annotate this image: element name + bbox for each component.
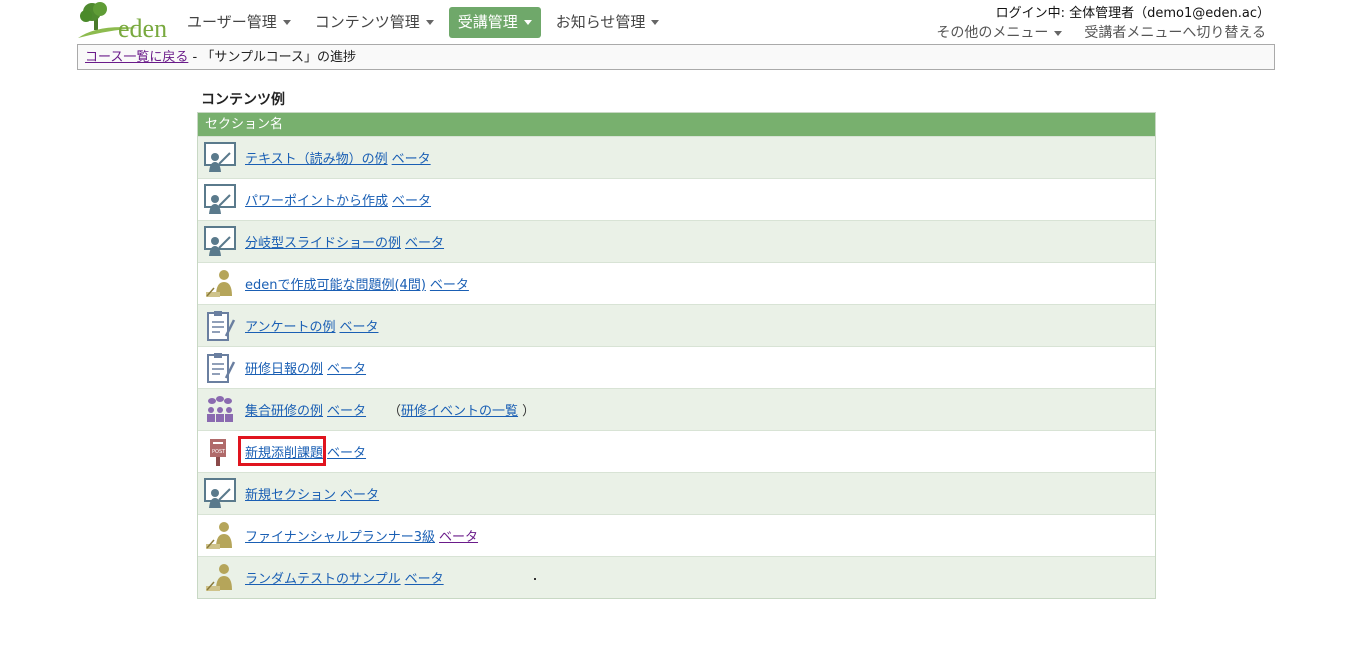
section-link[interactable]: 集合研修の例 xyxy=(245,404,323,419)
breadcrumb-separator: - xyxy=(188,50,202,65)
section-link[interactable]: edenで作成可能な問題例(4問) xyxy=(245,278,426,293)
caret-down-icon xyxy=(425,20,434,25)
back-to-course-list-link[interactable]: コース一覧に戻る xyxy=(85,50,188,65)
nav-label: ユーザー管理 xyxy=(187,13,277,31)
section-row: パワーポイントから作成 ベータ xyxy=(198,178,1155,220)
section-row: テキスト（読み物）の例 ベータ xyxy=(198,136,1155,178)
section-name-header: セクション名 xyxy=(198,113,1155,136)
nav-course-management[interactable]: 受講管理 xyxy=(448,7,541,38)
section-row: POST 新規添削課題 ベータ xyxy=(198,430,1155,472)
beta-link[interactable]: ベータ xyxy=(392,194,431,209)
test-taker-icon xyxy=(204,268,236,300)
beta-link[interactable]: ベータ xyxy=(339,320,378,335)
content-title: コンテンツ例 xyxy=(201,92,285,108)
nav-label: 受講管理 xyxy=(457,13,518,31)
svg-text:POST: POST xyxy=(212,449,226,455)
section-row-text: 新規添削課題 ベータ xyxy=(245,442,370,461)
section-table: セクション名 テキスト（読み物）の例 ベータ パワーポイントから作成 ベータ 分岐型スラ… xyxy=(197,112,1156,599)
section-row: アンケートの例 ベータ xyxy=(198,304,1155,346)
section-link[interactable]: パワーポイントから作成 xyxy=(245,194,388,209)
section-row-text: ランダムテストのサンプル ベータ xyxy=(245,568,448,587)
section-row-text: 研修日報の例 ベータ xyxy=(245,358,370,377)
beta-link[interactable]: ベータ xyxy=(327,446,366,461)
section-row: ランダムテストのサンプル ベータ xyxy=(198,556,1155,598)
section-link[interactable]: 新規添削課題 xyxy=(245,446,323,461)
presentation-icon xyxy=(204,225,236,258)
nav-user-management[interactable]: ユーザー管理 xyxy=(178,7,300,38)
section-row-text: 分岐型スライドショーの例 ベータ xyxy=(245,232,448,251)
main-nav: ユーザー管理 コンテンツ管理 受講管理 お知らせ管理 xyxy=(178,7,668,38)
section-row-text: ファイナンシャルプランナー3級 ベータ xyxy=(245,526,482,545)
section-row: 研修日報の例 ベータ xyxy=(198,346,1155,388)
switch-to-learner-menu[interactable]: 受講者メニューへ切り替える xyxy=(1084,22,1266,42)
group-training-icon xyxy=(204,394,236,426)
section-row-text: テキスト（読み物）の例 ベータ xyxy=(245,148,435,167)
top-right-menu: その他のメニュー 受講者メニューへ切り替える xyxy=(936,22,1266,42)
section-link[interactable]: ランダムテストのサンプル xyxy=(245,572,401,587)
beta-link[interactable]: ベータ xyxy=(439,530,478,545)
caret-down-icon xyxy=(1054,30,1063,36)
section-link[interactable]: 研修日報の例 xyxy=(245,362,323,377)
post-box-icon: POST xyxy=(204,436,236,468)
nav-notice-management[interactable]: お知らせ管理 xyxy=(547,7,669,38)
section-row-text: パワーポイントから作成 ベータ xyxy=(245,190,435,209)
section-row: 新規セクション ベータ xyxy=(198,472,1155,514)
caret-down-icon xyxy=(523,20,532,25)
event-list-wrapper: （研修イベントの一覧 ） xyxy=(388,404,535,419)
caret-down-icon xyxy=(651,20,660,25)
paren-open: （ xyxy=(388,404,402,419)
nav-label: コンテンツ管理 xyxy=(314,13,420,31)
beta-link[interactable]: ベータ xyxy=(327,362,366,377)
presentation-icon xyxy=(204,141,236,174)
breadcrumb-current: 「サンプルコース」の進捗 xyxy=(201,50,357,65)
beta-link[interactable]: ベータ xyxy=(430,278,469,293)
section-link[interactable]: 新規セクション xyxy=(245,488,336,503)
section-row-text: 新規セクション ベータ xyxy=(245,484,383,503)
other-menu-dropdown[interactable]: その他のメニュー xyxy=(936,22,1063,42)
paren-close: ） xyxy=(522,404,536,419)
section-row-text: 集合研修の例 ベータ （研修イベントの一覧 ） xyxy=(245,400,535,419)
login-status: ログイン中: 全体管理者（demo1@eden.ac） xyxy=(995,6,1270,21)
beta-link[interactable]: ベータ xyxy=(405,236,444,251)
beta-link[interactable]: ベータ xyxy=(340,488,379,503)
nav-content-management[interactable]: コンテンツ管理 xyxy=(306,7,443,38)
section-row: 分岐型スライドショーの例 ベータ xyxy=(198,220,1155,262)
beta-link[interactable]: ベータ xyxy=(392,152,431,167)
event-list-link[interactable]: 研修イベントの一覧 xyxy=(401,404,518,419)
beta-link[interactable]: ベータ xyxy=(327,404,366,419)
test-taker-icon xyxy=(204,520,236,552)
nav-label: お知らせ管理 xyxy=(555,13,646,31)
section-row-text: アンケートの例 ベータ xyxy=(245,316,383,335)
logo-text: eden xyxy=(118,14,168,43)
caret-down-icon xyxy=(282,20,291,25)
presentation-icon xyxy=(204,477,236,510)
section-link[interactable]: テキスト（読み物）の例 xyxy=(245,152,388,167)
section-row: 集合研修の例 ベータ （研修イベントの一覧 ） xyxy=(198,388,1155,430)
test-taker-icon xyxy=(204,562,236,594)
clipboard-icon xyxy=(204,352,236,384)
section-link[interactable]: 分岐型スライドショーの例 xyxy=(245,236,401,251)
other-menu-label: その他のメニュー xyxy=(936,25,1049,41)
clipboard-icon xyxy=(204,310,236,342)
section-row: edenで作成可能な問題例(4問) ベータ xyxy=(198,262,1155,304)
presentation-icon xyxy=(204,183,236,216)
beta-link[interactable]: ベータ xyxy=(405,572,444,587)
section-link[interactable]: アンケートの例 xyxy=(245,320,335,335)
breadcrumb: コース一覧に戻る - 「サンプルコース」の進捗 xyxy=(77,44,1275,70)
section-row-text: edenで作成可能な問題例(4問) ベータ xyxy=(245,274,473,293)
section-link[interactable]: ファイナンシャルプランナー3級 xyxy=(245,530,435,545)
section-row: ファイナンシャルプランナー3級 ベータ xyxy=(198,514,1155,556)
stray-dot xyxy=(534,578,536,580)
